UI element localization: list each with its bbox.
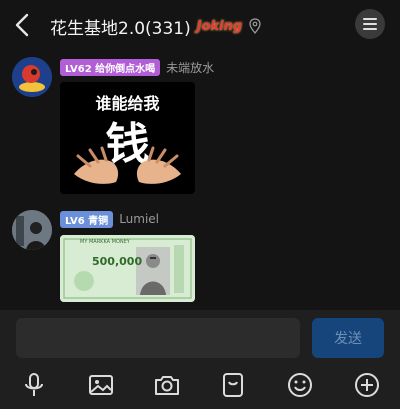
emoji-icon[interactable] <box>287 372 313 398</box>
sender-name[interactable]: Lumiel <box>119 212 159 226</box>
chat-header: 花生基地2.0(331) Joking <box>0 0 400 50</box>
back-arrow-icon[interactable] <box>12 12 34 38</box>
group-badge: Joking <box>196 18 243 34</box>
banknote-value: 500,000 <box>92 255 143 268</box>
menu-button[interactable] <box>355 9 385 39</box>
send-button[interactable]: 发送 <box>312 318 384 358</box>
level-tag: LV62 给你倒点水喝 <box>60 58 161 76</box>
message-image[interactable]: 谁能给我 钱 <box>60 82 195 194</box>
avatar-photo-icon <box>12 210 52 250</box>
avatar[interactable] <box>12 210 52 250</box>
message-image[interactable]: MY MARKKA MONEY 500,000 <box>60 235 195 302</box>
chat-title: 花生基地2.0(331) <box>50 18 191 39</box>
plus-icon[interactable] <box>354 372 380 398</box>
avatar[interactable] <box>12 57 52 97</box>
location-pin-icon <box>249 18 261 34</box>
sender-name[interactable]: 未端放水 <box>166 59 214 76</box>
toolbar <box>0 366 400 409</box>
level-tag: LV6 青铜 <box>60 210 114 228</box>
message-input[interactable] <box>16 318 300 358</box>
message-meta: LV6 青铜 Lumiel <box>60 210 159 228</box>
banknote-title: MY MARKKA MONEY <box>80 239 130 245</box>
sticker-icon[interactable] <box>220 372 246 398</box>
avatar-art-icon <box>12 57 52 97</box>
message-meta: LV62 给你倒点水喝 未端放水 <box>60 58 214 76</box>
hands-icon <box>74 146 181 184</box>
banknote-icon <box>60 235 195 302</box>
camera-icon[interactable] <box>154 372 180 398</box>
image-icon[interactable] <box>88 372 114 398</box>
title-wrap: 花生基地2.0(331) Joking <box>50 14 262 39</box>
microphone-icon[interactable] <box>21 372 47 398</box>
